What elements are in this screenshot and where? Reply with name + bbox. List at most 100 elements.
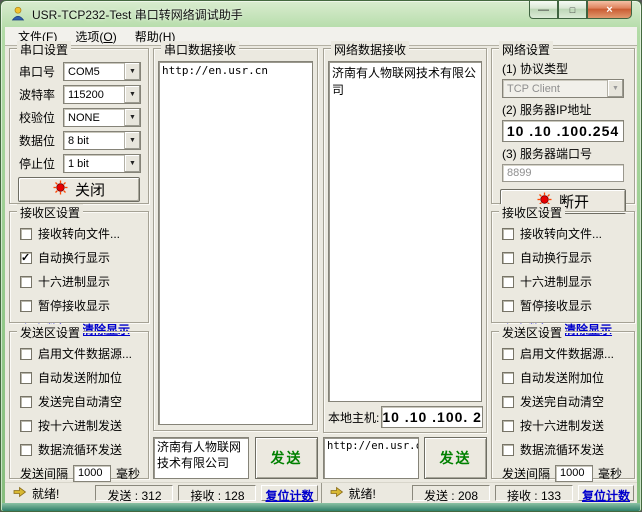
baud-rate-row: 波特率 115200 ▼ (19, 85, 141, 104)
checkbox[interactable] (20, 420, 32, 432)
send-interval-row-left: 发送间隔 1000 毫秒 (20, 465, 148, 482)
led-icon (53, 180, 68, 199)
checkbox[interactable] (20, 372, 32, 384)
checkbox[interactable] (20, 396, 32, 408)
send-interval-label: 发送间隔 (502, 465, 550, 482)
window-title: USR-TCP232-Test 串口转网络调试助手 (32, 6, 243, 23)
baud-rate-label: 波特率 (19, 86, 63, 103)
local-host-ip-field[interactable]: 10 .10 .100. 2 (381, 406, 483, 428)
serial-receive-group: 串口数据接收 http://en.usr.cn (153, 48, 318, 431)
checkbox[interactable] (502, 276, 514, 288)
menu-options-label: 选项( (75, 30, 103, 44)
checkbox[interactable] (20, 348, 32, 360)
checkbox-label: 自动换行显示 (38, 249, 110, 266)
close-button[interactable]: × (587, 1, 632, 19)
checkbox-label: 发送完自动清空 (38, 393, 122, 410)
chevron-down-icon[interactable]: ▼ (124, 132, 140, 149)
send-interval-input[interactable]: 1000 (73, 465, 111, 482)
chevron-down-icon: ▼ (607, 80, 623, 97)
app-icon (10, 6, 26, 22)
checkbox-label: 启用文件数据源... (520, 345, 614, 362)
option-pause-receive-right: 暂停接收显示 (502, 297, 634, 314)
data-bits-value: 8 bit (64, 135, 124, 147)
send-interval-label: 发送间隔 (20, 465, 68, 482)
protocol-type-value: TCP Client (503, 83, 607, 95)
reset-count-link[interactable]: 复位计数 (582, 489, 630, 503)
chevron-down-icon[interactable]: ▼ (124, 109, 140, 126)
checkbox[interactable] (502, 300, 514, 312)
data-bits-select[interactable]: 8 bit ▼ (63, 131, 141, 150)
network-send-input[interactable]: http://en.usr.cn (323, 437, 419, 479)
checkbox[interactable] (502, 372, 514, 384)
option-clear-after-send-right: 发送完自动清空 (502, 393, 634, 410)
checkbox[interactable] (502, 420, 514, 432)
parity-row: 校验位 NONE ▼ (19, 108, 141, 127)
option-receive-to-file-right: 接收转向文件... (502, 225, 634, 242)
maximize-button[interactable]: □ (558, 1, 587, 19)
minimize-button[interactable]: — (529, 1, 558, 19)
data-bits-row: 数据位 8 bit ▼ (19, 131, 141, 150)
checkbox[interactable] (502, 348, 514, 360)
checkbox[interactable] (20, 444, 32, 456)
checkbox-label: 按十六进制发送 (520, 417, 604, 434)
window-bottom-edge (2, 503, 640, 511)
checkbox-label: 启用文件数据源... (38, 345, 132, 362)
baud-rate-select[interactable]: 115200 ▼ (63, 85, 141, 104)
chevron-down-icon[interactable]: ▼ (124, 63, 140, 80)
checkbox-label: 十六进制显示 (38, 273, 110, 290)
parity-select[interactable]: NONE ▼ (63, 108, 141, 127)
checkbox[interactable] (502, 252, 514, 264)
baud-rate-value: 115200 (64, 89, 124, 101)
checkbox[interactable] (20, 252, 32, 264)
send-settings-right-group: 发送区设置 启用文件数据源... 自动发送附加位 发送完自动清空 按十六进制发送… (491, 331, 635, 479)
serial-send-row: 济南有人物联网技术有限公司 发送 (153, 437, 318, 479)
checkbox-label: 按十六进制发送 (38, 417, 122, 434)
option-loop-send-right: 数据流循环发送 (502, 441, 634, 458)
menu-options[interactable]: 选项(O) (66, 26, 125, 47)
serial-close-button[interactable]: 关闭 (18, 177, 140, 202)
stop-bits-row: 停止位 1 bit ▼ (19, 154, 141, 173)
reset-count-link[interactable]: 复位计数 (265, 489, 313, 503)
chevron-down-icon[interactable]: ▼ (124, 155, 140, 172)
serial-send-input[interactable]: 济南有人物联网技术有限公司 (153, 437, 249, 479)
serial-receive-title: 串口数据接收 (161, 41, 239, 58)
status-right: 就绪! 发送 : 208 接收 : 133 复位计数 (322, 483, 638, 503)
window-controls: — □ × (529, 1, 632, 19)
server-ip-field[interactable]: 10 .10 .100.254 (502, 120, 624, 142)
network-send-row: http://en.usr.cn 发送 (323, 437, 487, 479)
protocol-type-select[interactable]: TCP Client ▼ (502, 79, 624, 98)
checkbox-label: 十六进制显示 (520, 273, 592, 290)
send-interval-input[interactable]: 1000 (555, 465, 593, 482)
option-hex-display-right: 十六进制显示 (502, 273, 634, 290)
server-port-label: (3) 服务器端口号 (502, 145, 634, 162)
stop-bits-value: 1 bit (64, 158, 124, 170)
local-host-row: 本地主机: 10 .10 .100. 2 (328, 406, 482, 428)
ready-hand-icon (330, 486, 344, 501)
network-send-button[interactable]: 发送 (424, 437, 487, 479)
network-receive-title: 网络数据接收 (331, 41, 409, 58)
received-count: 接收 : 133 (495, 485, 573, 501)
serial-receive-area[interactable]: http://en.usr.cn (158, 61, 313, 425)
option-receive-to-file-left: 接收转向文件... (20, 225, 148, 242)
checkbox[interactable] (20, 300, 32, 312)
com-port-select[interactable]: COM5 ▼ (63, 62, 141, 81)
checkbox-label: 接收转向文件... (38, 225, 120, 242)
chevron-down-icon[interactable]: ▼ (124, 86, 140, 103)
network-receive-area[interactable]: 济南有人物联网技术有限公司 (328, 61, 482, 402)
network-settings-title: 网络设置 (499, 41, 553, 58)
menu-options-close: ) (113, 30, 117, 44)
title-bar[interactable]: USR-TCP232-Test 串口转网络调试助手 (1, 1, 521, 27)
status-bar: 就绪! 发送 : 312 接收 : 128 复位计数 就绪! 发送 : 208 … (5, 482, 637, 503)
checkbox[interactable] (502, 228, 514, 240)
server-port-field[interactable]: 8899 (502, 164, 624, 182)
network-settings-group: 网络设置 (1) 协议类型 TCP Client ▼ (2) 服务器IP地址 1… (491, 48, 635, 204)
checkbox[interactable] (20, 276, 32, 288)
checkbox[interactable] (502, 396, 514, 408)
receive-settings-left-group: 接收区设置 接收转向文件... 自动换行显示 十六进制显示 暂停接收显示 保存数… (9, 211, 149, 323)
stop-bits-select[interactable]: 1 bit ▼ (63, 154, 141, 173)
serial-settings-title: 串口设置 (17, 41, 71, 58)
menu-help-label: 帮助( (135, 30, 163, 44)
checkbox[interactable] (20, 228, 32, 240)
checkbox[interactable] (502, 444, 514, 456)
serial-send-button[interactable]: 发送 (255, 437, 318, 479)
